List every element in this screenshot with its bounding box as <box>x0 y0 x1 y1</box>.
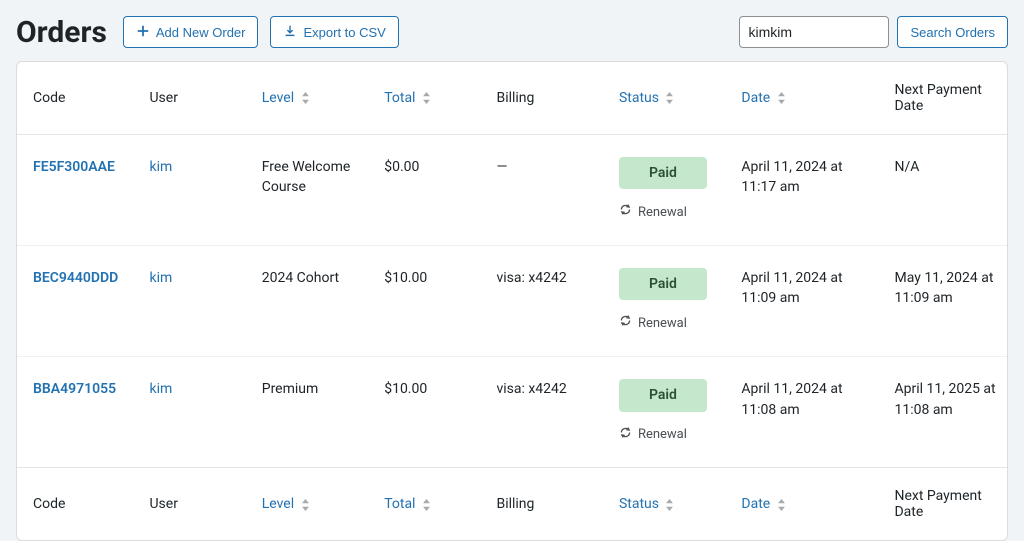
renewal-icon <box>619 426 632 446</box>
col-next[interactable]: Next Payment Date <box>884 62 1007 135</box>
orders-table-card: Code User Level Total Billing Status Dat… <box>16 61 1008 541</box>
renewal-indicator: Renewal <box>619 426 721 446</box>
sort-icon <box>301 92 311 104</box>
orders-table: Code User Level Total Billing Status Dat… <box>17 62 1007 540</box>
col-billing[interactable]: Billing <box>486 62 608 135</box>
search-orders-button[interactable]: Search Orders <box>897 16 1008 48</box>
sort-icon <box>665 92 675 104</box>
table-row: BEC9440DDD kim 2024 Cohort $10.00 visa: … <box>17 246 1007 357</box>
page-title: Orders <box>16 16 107 49</box>
order-code-link[interactable]: FE5F300AAE <box>33 159 115 175</box>
order-code-link[interactable]: BEC9440DDD <box>33 270 118 286</box>
renewal-icon <box>619 314 632 334</box>
table-row: BBA4971055 kim Premium $10.00 visa: x424… <box>17 357 1007 468</box>
top-bar: Orders Add New Order Export to CSV Searc… <box>16 16 1008 49</box>
billing-cell: — <box>486 135 608 246</box>
search-wrap: Search Orders <box>739 16 1008 48</box>
col-level[interactable]: Level <box>252 62 374 135</box>
sort-icon <box>665 499 675 511</box>
order-code-link[interactable]: BBA4971055 <box>33 381 116 397</box>
next-cell: April 11, 2025 at 11:08 am <box>884 357 1007 468</box>
table-foot: Code User Level Total Billing Status Dat… <box>17 468 1007 541</box>
level-cell: Premium <box>252 357 374 468</box>
renewal-indicator: Renewal <box>619 314 721 334</box>
foot-level-label: Level <box>262 496 294 512</box>
foot-status[interactable]: Status <box>609 468 731 541</box>
col-total-label: Total <box>384 90 415 106</box>
sort-icon <box>422 499 432 511</box>
billing-cell: visa: x4242 <box>486 246 608 357</box>
status-badge: Paid <box>619 157 707 189</box>
col-code[interactable]: Code <box>17 62 139 135</box>
billing-cell: visa: x4242 <box>486 357 608 468</box>
level-cell: 2024 Cohort <box>252 246 374 357</box>
date-cell: April 11, 2024 at 11:09 am <box>731 246 884 357</box>
download-icon <box>283 24 297 41</box>
export-csv-button[interactable]: Export to CSV <box>270 16 398 48</box>
add-new-label: Add New Order <box>156 25 246 40</box>
renewal-label: Renewal <box>638 426 687 445</box>
user-link[interactable]: kim <box>149 270 172 286</box>
foot-level[interactable]: Level <box>252 468 374 541</box>
level-cell: Free Welcome Course <box>252 135 374 246</box>
col-date[interactable]: Date <box>731 62 884 135</box>
search-input[interactable] <box>739 16 889 48</box>
foot-date[interactable]: Date <box>731 468 884 541</box>
table-row: FE5F300AAE kim Free Welcome Course $0.00… <box>17 135 1007 246</box>
renewal-icon <box>619 203 632 223</box>
col-status-label: Status <box>619 90 659 106</box>
user-link[interactable]: kim <box>149 159 172 175</box>
col-date-label: Date <box>741 90 770 106</box>
sort-icon <box>777 92 787 104</box>
total-cell: $10.00 <box>374 246 486 357</box>
col-total[interactable]: Total <box>374 62 486 135</box>
table-body: FE5F300AAE kim Free Welcome Course $0.00… <box>17 135 1007 468</box>
table-head: Code User Level Total Billing Status Dat… <box>17 62 1007 135</box>
foot-status-label: Status <box>619 496 659 512</box>
next-cell: May 11, 2024 at 11:09 am <box>884 246 1007 357</box>
foot-total[interactable]: Total <box>374 468 486 541</box>
status-badge: Paid <box>619 379 707 411</box>
status-badge: Paid <box>619 268 707 300</box>
foot-total-label: Total <box>384 496 415 512</box>
sort-icon <box>301 499 311 511</box>
date-cell: April 11, 2024 at 11:17 am <box>731 135 884 246</box>
renewal-indicator: Renewal <box>619 203 721 223</box>
export-label: Export to CSV <box>303 25 385 40</box>
foot-user[interactable]: User <box>139 468 251 541</box>
col-status[interactable]: Status <box>609 62 731 135</box>
plus-icon <box>136 24 150 41</box>
foot-billing[interactable]: Billing <box>486 468 608 541</box>
sort-icon <box>777 499 787 511</box>
total-cell: $10.00 <box>374 357 486 468</box>
next-cell: N/A <box>884 135 1007 246</box>
foot-date-label: Date <box>741 496 770 512</box>
total-cell: $0.00 <box>374 135 486 246</box>
renewal-label: Renewal <box>638 315 687 334</box>
add-new-order-button[interactable]: Add New Order <box>123 16 259 48</box>
renewal-label: Renewal <box>638 204 687 223</box>
foot-code[interactable]: Code <box>17 468 139 541</box>
col-user[interactable]: User <box>139 62 251 135</box>
date-cell: April 11, 2024 at 11:08 am <box>731 357 884 468</box>
col-level-label: Level <box>262 90 294 106</box>
foot-next[interactable]: Next Payment Date <box>884 468 1007 541</box>
user-link[interactable]: kim <box>149 381 172 397</box>
sort-icon <box>422 92 432 104</box>
